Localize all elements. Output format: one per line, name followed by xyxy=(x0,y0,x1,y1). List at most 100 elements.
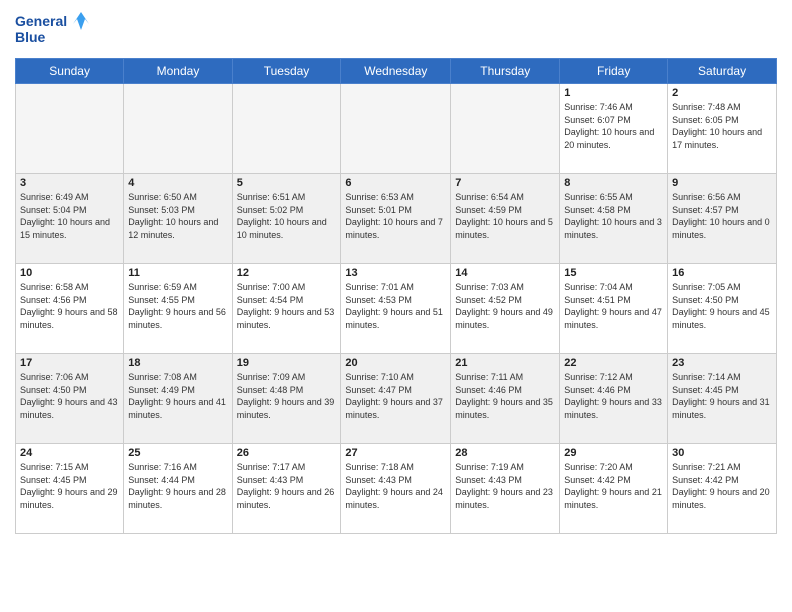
calendar-cell: 9 Sunrise: 6:56 AM Sunset: 4:57 PM Daylig… xyxy=(668,174,777,264)
day-number: 26 xyxy=(237,447,337,459)
cell-content: Sunrise: 6:51 AM Sunset: 5:02 PM Dayligh… xyxy=(237,191,337,241)
cell-content: Sunrise: 6:55 AM Sunset: 4:58 PM Dayligh… xyxy=(564,191,663,241)
calendar-cell: 29 Sunrise: 7:20 AM Sunset: 4:42 PM Dayli… xyxy=(560,444,668,534)
calendar-header-row: SundayMondayTuesdayWednesdayThursdayFrid… xyxy=(16,59,777,84)
calendar-week-row: 3 Sunrise: 6:49 AM Sunset: 5:04 PM Daylig… xyxy=(16,174,777,264)
cell-content: Sunrise: 7:09 AM Sunset: 4:48 PM Dayligh… xyxy=(237,371,337,421)
day-number: 17 xyxy=(20,357,119,369)
cell-content: Sunrise: 7:18 AM Sunset: 4:43 PM Dayligh… xyxy=(345,461,446,511)
calendar-week-row: 10Sunrise: 6:58 AM Sunset: 4:56 PM Dayli… xyxy=(16,264,777,354)
day-number: 30 xyxy=(672,447,772,459)
calendar-cell: 8 Sunrise: 6:55 AM Sunset: 4:58 PM Daylig… xyxy=(560,174,668,264)
cell-content: Sunrise: 6:49 AM Sunset: 5:04 PM Dayligh… xyxy=(20,191,119,241)
calendar-cell: 26 Sunrise: 7:17 AM Sunset: 4:43 PM Dayli… xyxy=(232,444,341,534)
calendar-day-header: Monday xyxy=(124,59,232,84)
day-number: 22 xyxy=(564,357,663,369)
svg-text:General: General xyxy=(15,13,67,29)
calendar-week-row: 1Sunrise: 7:46 AM Sunset: 6:07 PM Daylig… xyxy=(16,84,777,174)
logo-svg: General Blue xyxy=(15,10,95,50)
calendar-week-row: 24 Sunrise: 7:15 AM Sunset: 4:45 PM Dayli… xyxy=(16,444,777,534)
day-number: 29 xyxy=(564,447,663,459)
calendar-cell: 16Sunrise: 7:05 AM Sunset: 4:50 PM Dayli… xyxy=(668,264,777,354)
page-container: General Blue SundayMondayTuesdayWednesda… xyxy=(0,0,792,539)
calendar-cell: 17Sunrise: 7:06 AM Sunset: 4:50 PM Dayli… xyxy=(16,354,124,444)
calendar-cell: 12 Sunrise: 7:00 AM Sunset: 4:54 PM Dayli… xyxy=(232,264,341,354)
cell-content: Sunrise: 7:01 AM Sunset: 4:53 PM Dayligh… xyxy=(345,281,446,331)
calendar-cell: 13 Sunrise: 7:01 AM Sunset: 4:53 PM Dayli… xyxy=(341,264,451,354)
day-number: 25 xyxy=(128,447,227,459)
calendar-cell: 28 Sunrise: 7:19 AM Sunset: 4:43 PM Dayli… xyxy=(451,444,560,534)
cell-content: Sunrise: 6:54 AM Sunset: 4:59 PM Dayligh… xyxy=(455,191,555,241)
day-number: 18 xyxy=(128,357,227,369)
cell-content: Sunrise: 7:14 AM Sunset: 4:45 PM Dayligh… xyxy=(672,371,772,421)
cell-content: Sunrise: 7:00 AM Sunset: 4:54 PM Dayligh… xyxy=(237,281,337,331)
day-number: 13 xyxy=(345,267,446,279)
cell-content: Sunrise: 7:10 AM Sunset: 4:47 PM Dayligh… xyxy=(345,371,446,421)
calendar-cell xyxy=(451,84,560,174)
calendar-cell: 25 Sunrise: 7:16 AM Sunset: 4:44 PM Dayli… xyxy=(124,444,232,534)
calendar-cell: 4 Sunrise: 6:50 AM Sunset: 5:03 PM Daylig… xyxy=(124,174,232,264)
day-number: 8 xyxy=(564,177,663,189)
day-number: 14 xyxy=(455,267,555,279)
day-number: 5 xyxy=(237,177,337,189)
calendar-cell: 18 Sunrise: 7:08 AM Sunset: 4:49 PM Dayli… xyxy=(124,354,232,444)
cell-content: Sunrise: 6:56 AM Sunset: 4:57 PM Dayligh… xyxy=(672,191,772,241)
day-number: 27 xyxy=(345,447,446,459)
cell-content: Sunrise: 7:48 AM Sunset: 6:05 PM Dayligh… xyxy=(672,101,772,151)
day-number: 11 xyxy=(128,267,227,279)
calendar-day-header: Sunday xyxy=(16,59,124,84)
cell-content: Sunrise: 7:15 AM Sunset: 4:45 PM Dayligh… xyxy=(20,461,119,511)
cell-content: Sunrise: 6:50 AM Sunset: 5:03 PM Dayligh… xyxy=(128,191,227,241)
calendar-cell: 20Sunrise: 7:10 AM Sunset: 4:47 PM Dayli… xyxy=(341,354,451,444)
cell-content: Sunrise: 7:20 AM Sunset: 4:42 PM Dayligh… xyxy=(564,461,663,511)
day-number: 23 xyxy=(672,357,772,369)
day-number: 2 xyxy=(672,87,772,99)
calendar-day-header: Tuesday xyxy=(232,59,341,84)
day-number: 21 xyxy=(455,357,555,369)
calendar-cell: 21 Sunrise: 7:11 AM Sunset: 4:46 PM Dayli… xyxy=(451,354,560,444)
cell-content: Sunrise: 7:03 AM Sunset: 4:52 PM Dayligh… xyxy=(455,281,555,331)
day-number: 10 xyxy=(20,267,119,279)
calendar-cell: 10Sunrise: 6:58 AM Sunset: 4:56 PM Dayli… xyxy=(16,264,124,354)
calendar-cell xyxy=(124,84,232,174)
calendar-day-header: Wednesday xyxy=(341,59,451,84)
calendar-cell: 11Sunrise: 6:59 AM Sunset: 4:55 PM Dayli… xyxy=(124,264,232,354)
day-number: 15 xyxy=(564,267,663,279)
calendar-week-row: 17Sunrise: 7:06 AM Sunset: 4:50 PM Dayli… xyxy=(16,354,777,444)
day-number: 24 xyxy=(20,447,119,459)
cell-content: Sunrise: 7:05 AM Sunset: 4:50 PM Dayligh… xyxy=(672,281,772,331)
calendar-cell: 6 Sunrise: 6:53 AM Sunset: 5:01 PM Daylig… xyxy=(341,174,451,264)
cell-content: Sunrise: 7:11 AM Sunset: 4:46 PM Dayligh… xyxy=(455,371,555,421)
day-number: 6 xyxy=(345,177,446,189)
calendar-cell: 24 Sunrise: 7:15 AM Sunset: 4:45 PM Dayli… xyxy=(16,444,124,534)
cell-content: Sunrise: 7:19 AM Sunset: 4:43 PM Dayligh… xyxy=(455,461,555,511)
day-number: 4 xyxy=(128,177,227,189)
cell-content: Sunrise: 7:16 AM Sunset: 4:44 PM Dayligh… xyxy=(128,461,227,511)
calendar-cell: 2 Sunrise: 7:48 AM Sunset: 6:05 PM Daylig… xyxy=(668,84,777,174)
day-number: 9 xyxy=(672,177,772,189)
calendar-cell: 30Sunrise: 7:21 AM Sunset: 4:42 PM Dayli… xyxy=(668,444,777,534)
cell-content: Sunrise: 7:12 AM Sunset: 4:46 PM Dayligh… xyxy=(564,371,663,421)
day-number: 12 xyxy=(237,267,337,279)
svg-text:Blue: Blue xyxy=(15,29,46,45)
day-number: 28 xyxy=(455,447,555,459)
calendar-cell: 3 Sunrise: 6:49 AM Sunset: 5:04 PM Daylig… xyxy=(16,174,124,264)
calendar-cell: 19 Sunrise: 7:09 AM Sunset: 4:48 PM Dayli… xyxy=(232,354,341,444)
cell-content: Sunrise: 6:53 AM Sunset: 5:01 PM Dayligh… xyxy=(345,191,446,241)
day-number: 19 xyxy=(237,357,337,369)
day-number: 7 xyxy=(455,177,555,189)
calendar-day-header: Thursday xyxy=(451,59,560,84)
cell-content: Sunrise: 7:08 AM Sunset: 4:49 PM Dayligh… xyxy=(128,371,227,421)
calendar-cell: 23 Sunrise: 7:14 AM Sunset: 4:45 PM Dayli… xyxy=(668,354,777,444)
calendar-day-header: Friday xyxy=(560,59,668,84)
logo: General Blue xyxy=(15,10,95,50)
calendar-cell: 7 Sunrise: 6:54 AM Sunset: 4:59 PM Daylig… xyxy=(451,174,560,264)
calendar-cell: 27 Sunrise: 7:18 AM Sunset: 4:43 PM Dayli… xyxy=(341,444,451,534)
calendar-cell: 22 Sunrise: 7:12 AM Sunset: 4:46 PM Dayli… xyxy=(560,354,668,444)
cell-content: Sunrise: 7:17 AM Sunset: 4:43 PM Dayligh… xyxy=(237,461,337,511)
day-number: 3 xyxy=(20,177,119,189)
header: General Blue xyxy=(15,10,777,50)
calendar-cell xyxy=(341,84,451,174)
calendar-cell: 14 Sunrise: 7:03 AM Sunset: 4:52 PM Dayli… xyxy=(451,264,560,354)
calendar-cell: 5 Sunrise: 6:51 AM Sunset: 5:02 PM Daylig… xyxy=(232,174,341,264)
